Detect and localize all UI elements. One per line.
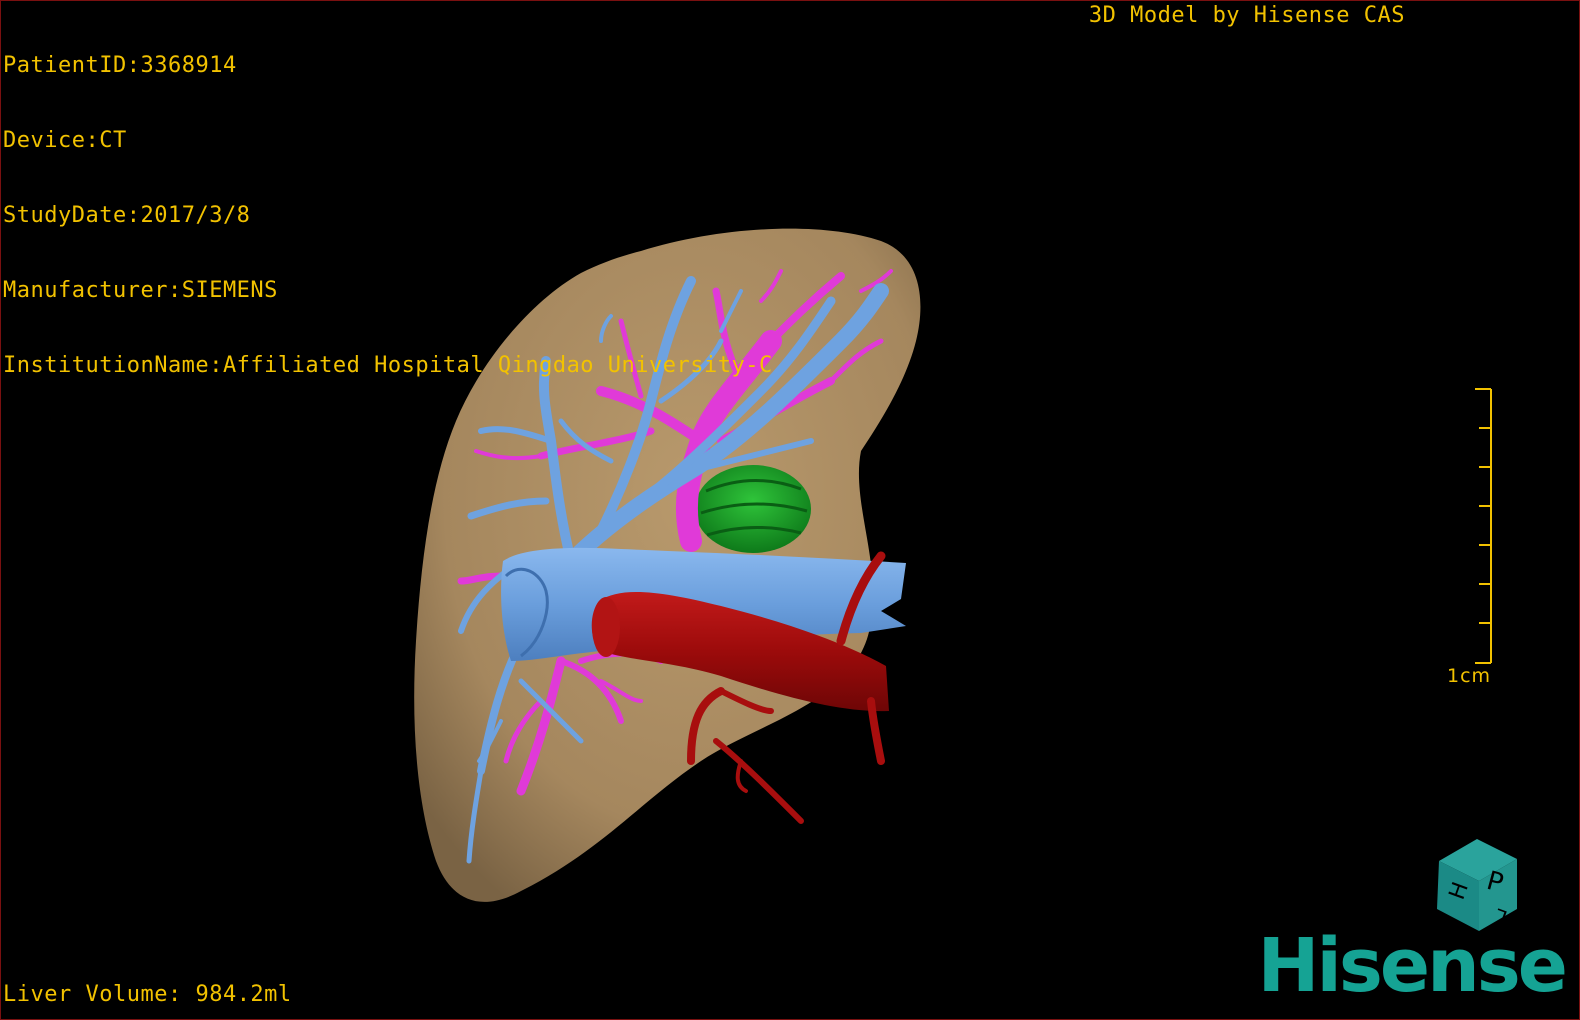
model-credit: 3D Model by Hisense CAS [1088, 3, 1405, 28]
liver-volume-label: Liver Volume [3, 982, 168, 1007]
device-value: CT [99, 128, 127, 153]
study-date-value: 2017/3/8 [140, 203, 251, 228]
separator: : [126, 203, 141, 228]
patient-id-value: 3368914 [140, 53, 237, 78]
scale-bar-label: 1cm [1447, 665, 1492, 687]
device-label: Device [3, 128, 86, 153]
liver-volume-value: 984.2ml [195, 982, 292, 1007]
separator: : [126, 53, 141, 78]
institution-line: InstitutionName:Affiliated Hospital Qing… [3, 353, 773, 378]
liver-volume-readout: Liver Volume: 984.2ml [3, 982, 292, 1007]
separator: : [85, 128, 100, 153]
patient-info-overlay: PatientID:3368914 Device:CT StudyDate:20… [3, 3, 773, 428]
study-date-label: StudyDate [3, 203, 127, 228]
manufacturer-line: Manufacturer:SIEMENS [3, 278, 773, 303]
manufacturer-label: Manufacturer [3, 278, 168, 303]
patient-id-line: PatientID:3368914 [3, 53, 773, 78]
manufacturer-value: SIEMENS [181, 278, 278, 303]
patient-id-label: PatientID [3, 53, 127, 78]
tumor-mass [695, 465, 811, 553]
study-date-line: StudyDate:2017/3/8 [3, 203, 773, 228]
separator: : [167, 278, 182, 303]
device-line: Device:CT [3, 128, 773, 153]
3d-viewport[interactable]: PatientID:3368914 Device:CT StudyDate:20… [0, 0, 1580, 1020]
institution-label: InstitutionName [3, 353, 210, 378]
hisense-logo: Hisense [1257, 923, 1568, 1009]
separator: : [209, 353, 223, 378]
scale-bar [1475, 388, 1492, 664]
separator: : [167, 982, 196, 1007]
institution-value: Affiliated Hospital Qingdao University-C [222, 353, 773, 378]
